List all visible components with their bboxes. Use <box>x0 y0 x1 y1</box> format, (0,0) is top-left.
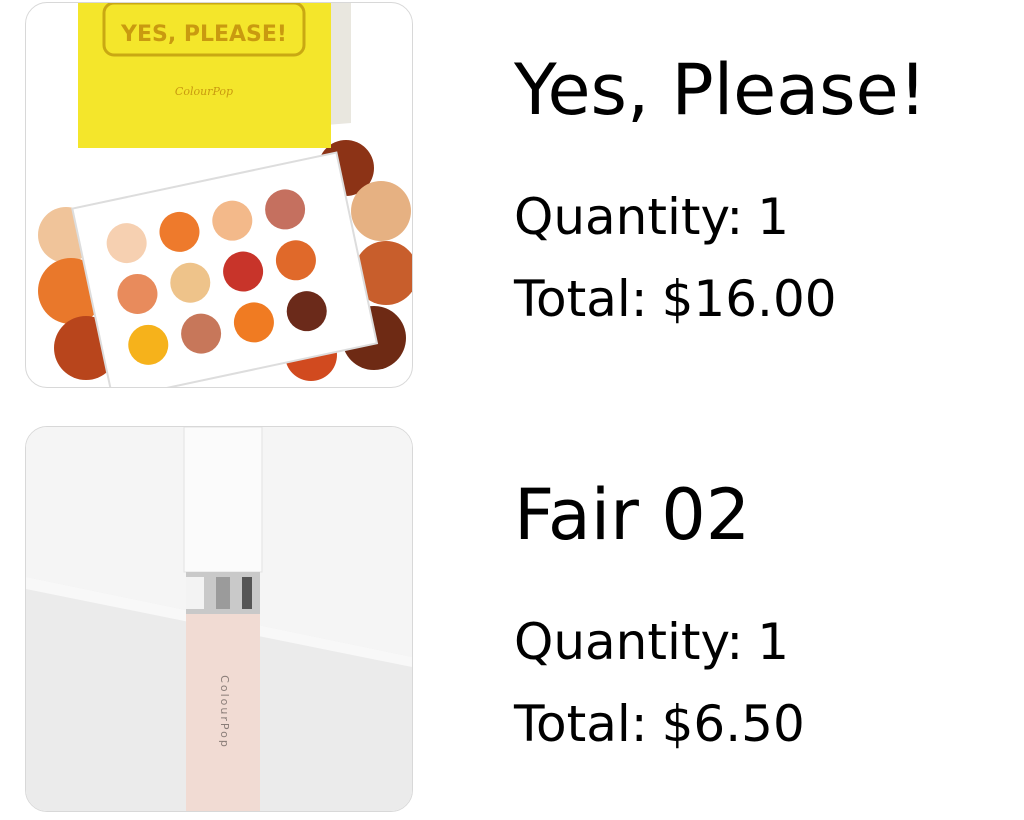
quantity-row: Quantity: 1 <box>514 601 805 683</box>
order-item[interactable]: ColourPop Fair 02 Quantity: 1 Total: $6.50 <box>0 425 1024 815</box>
quantity-label: Quantity: <box>514 613 744 671</box>
order-item-details: Fair 02 Quantity: 1 Total: $6.50 <box>514 475 805 765</box>
total-row: Total: $16.00 <box>514 258 927 340</box>
product-thumbnail[interactable]: ColourPop <box>25 426 413 812</box>
order-item-details: Yes, Please! Quantity: 1 Total: $16.00 <box>514 50 927 340</box>
product-thumbnail[interactable]: YES, PLEASE! ColourPop <box>25 2 413 388</box>
total-row: Total: $6.50 <box>514 683 805 765</box>
product-name: Yes, Please! <box>514 49 927 131</box>
box-label: YES, PLEASE! <box>120 22 287 47</box>
order-item[interactable]: YES, PLEASE! ColourPop Yes, Please! Quan… <box>0 0 1024 390</box>
product-name: Fair 02 <box>514 474 751 556</box>
brand-label: ColourPop <box>175 85 233 98</box>
total-value: $6.50 <box>661 695 805 753</box>
total-label: Total: <box>514 270 648 328</box>
quantity-value: 1 <box>757 188 790 246</box>
concealer-tube-image: ColourPop <box>26 427 412 811</box>
quantity-value: 1 <box>757 613 790 671</box>
total-value: $16.00 <box>661 270 837 328</box>
tube-brand-label: ColourPop <box>218 675 231 749</box>
quantity-row: Quantity: 1 <box>514 176 927 258</box>
quantity-label: Quantity: <box>514 188 744 246</box>
eyeshadow-palette-image: YES, PLEASE! ColourPop <box>38 3 412 387</box>
order-item-list: YES, PLEASE! ColourPop Yes, Please! Quan… <box>0 0 1024 820</box>
total-label: Total: <box>514 695 648 753</box>
